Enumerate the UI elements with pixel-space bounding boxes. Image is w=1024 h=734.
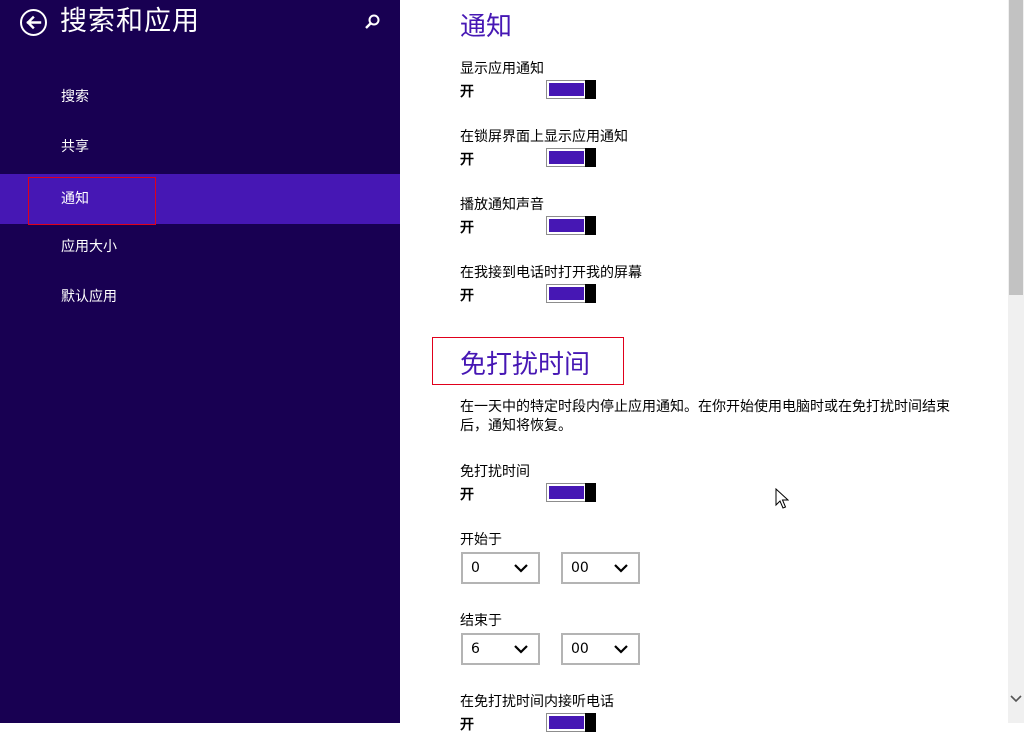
screen-on-call-toggle[interactable] [546,284,596,303]
sidebar-item-label: 应用大小 [61,239,117,255]
sidebar-item-notifications[interactable]: 通知 [0,174,400,225]
sidebar-item-label: 默认应用 [61,289,117,305]
end-hour-select[interactable]: 6 [461,633,540,665]
setting-label: 在我接到电话时打开我的屏幕 [460,265,642,281]
scroll-down-arrow-icon[interactable] [1010,694,1022,704]
select-value: 00 [571,560,589,576]
mouse-cursor-icon [775,488,789,509]
setting-label: 显示应用通知 [460,61,544,77]
setting-label: 免打扰时间 [460,464,530,480]
toggle-state: 开 [460,487,474,503]
chevron-down-icon [614,564,628,573]
main-content: 通知 显示应用通知 开 在锁屏界面上显示应用通知 开 播放通知声音 开 在我接到… [400,0,1024,733]
sidebar: 搜索和应用 搜索 共享 通知 应用大小 默认应用 [0,0,400,723]
back-arrow-icon[interactable] [20,9,47,36]
select-value: 0 [471,560,480,576]
annotation-highlight-box [28,177,156,225]
lock-screen-notifications-toggle[interactable] [546,148,596,167]
select-value: 00 [571,641,589,657]
toggle-state: 开 [460,84,474,100]
setting-label: 播放通知声音 [460,197,544,213]
end-minute-select[interactable]: 00 [561,633,640,665]
toggle-state: 开 [460,288,474,304]
page-title: 搜索和应用 [60,6,200,37]
sidebar-item-default-apps[interactable]: 默认应用 [0,272,400,322]
annotation-highlight-box [432,337,624,385]
sidebar-item-app-sizes[interactable]: 应用大小 [0,222,400,272]
sidebar-item-label: 共享 [61,139,89,155]
start-label: 开始于 [460,532,502,548]
toggle-state: 开 [460,220,474,236]
show-app-notifications-toggle[interactable] [546,80,596,99]
toggle-state: 开 [460,152,474,168]
notification-sounds-toggle[interactable] [546,216,596,235]
select-value: 6 [471,641,480,657]
start-minute-select[interactable]: 00 [561,552,640,584]
sidebar-item-search[interactable]: 搜索 [0,72,400,122]
setting-label: 在锁屏界面上显示应用通知 [460,129,628,145]
sidebar-item-share[interactable]: 共享 [0,122,400,172]
toggle-state: 开 [460,717,474,733]
quiet-hours-toggle[interactable] [546,483,596,502]
setting-label: 在免打扰时间内接听电话 [460,694,614,710]
notifications-heading: 通知 [460,12,513,42]
chevron-down-icon [514,564,528,573]
end-label: 结束于 [460,613,502,629]
start-hour-select[interactable]: 0 [461,552,540,584]
chevron-down-icon [614,645,628,654]
chevron-down-icon [514,645,528,654]
quiet-hours-description: 在一天中的特定时段内停止应用通知。在你开始使用电脑时或在免打扰时间结束后，通知将… [460,399,950,434]
scrollbar-thumb[interactable] [1009,0,1023,295]
sidebar-item-label: 搜索 [61,89,89,105]
search-icon[interactable] [362,12,382,32]
